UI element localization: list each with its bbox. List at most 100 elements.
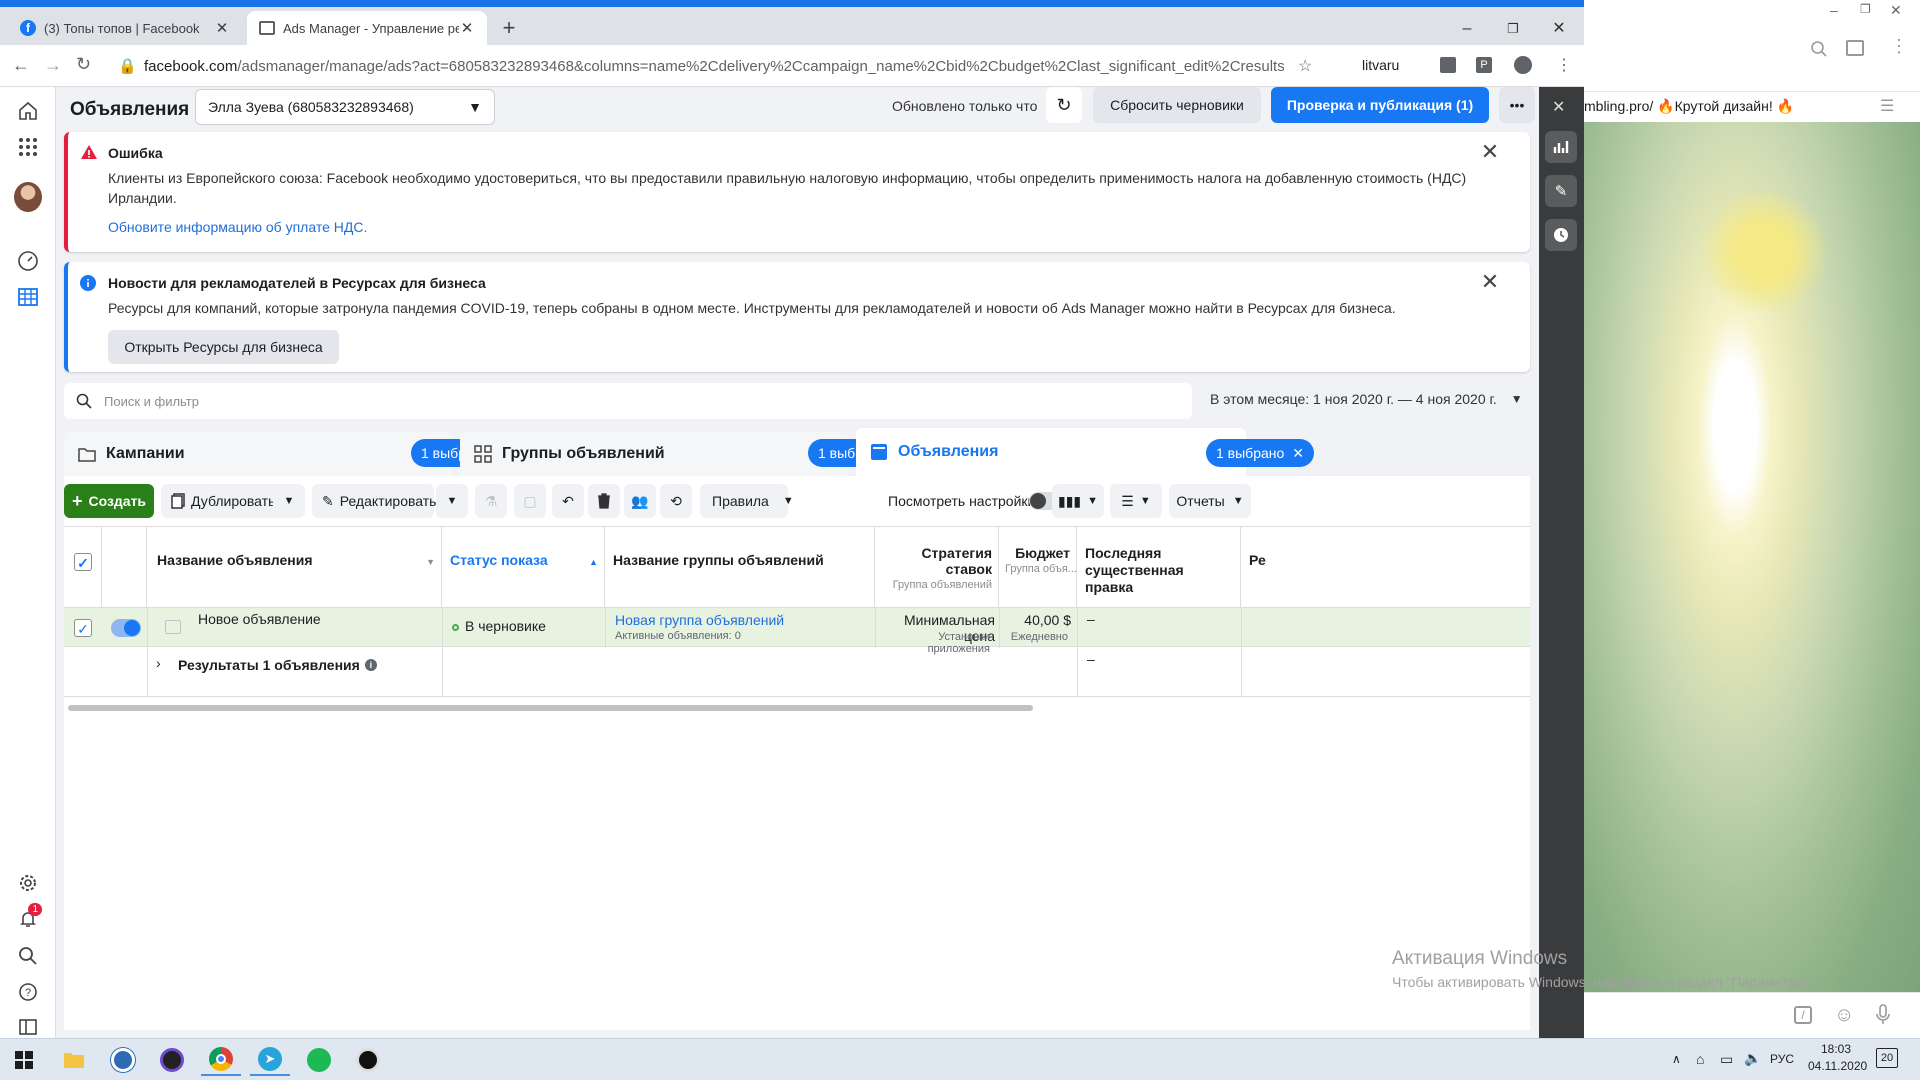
restore-button[interactable]: ❐: [1860, 2, 1871, 16]
tab-adsets[interactable]: Группы объявлений: [460, 432, 848, 476]
audience-button[interactable]: 👥: [624, 484, 656, 518]
profile-name[interactable]: litvaru: [1362, 57, 1399, 73]
horizontal-scrollbar[interactable]: [68, 705, 1033, 711]
column-header-more[interactable]: Ре: [1241, 527, 1530, 607]
extension-p-icon[interactable]: P: [1476, 57, 1492, 73]
menu-dots-icon[interactable]: ⋮: [1556, 55, 1572, 75]
avatar[interactable]: [14, 182, 42, 212]
help-icon[interactable]: ?: [14, 978, 42, 1006]
emoji-icon[interactable]: ☺: [1834, 1004, 1854, 1027]
ads-manager-icon[interactable]: [14, 283, 42, 311]
home-icon[interactable]: [14, 97, 42, 125]
tab-ads-manager[interactable]: Ads Manager - Управление рек ✕: [247, 11, 487, 45]
column-header-name[interactable]: Название объявления ▼: [147, 527, 442, 607]
close-icon[interactable]: ✕: [459, 19, 475, 37]
dashboard-icon[interactable]: [14, 247, 42, 275]
pinned-message-bar[interactable]: mbling.pro/ 🔥Крутой дизайн! 🔥 ☰: [1584, 92, 1920, 122]
chart-icon[interactable]: [1545, 131, 1577, 163]
close-icon[interactable]: ✕: [1292, 445, 1304, 462]
search-bar[interactable]: Поиск и фильтр: [64, 383, 1192, 419]
reload-icon[interactable]: ↻: [76, 54, 91, 75]
tab-campaigns[interactable]: Кампании: [64, 432, 452, 476]
message-composer[interactable]: / ☺: [1584, 992, 1920, 1038]
column-header-budget[interactable]: Бюджет Группа объя...: [999, 527, 1077, 607]
date-range-picker[interactable]: В этом месяце: 1 ноя 2020 г. — 4 ноя 202…: [1210, 391, 1523, 407]
search-icon[interactable]: [1810, 40, 1828, 58]
reset-drafts-button[interactable]: Сбросить черновики: [1093, 87, 1261, 123]
close-icon[interactable]: ✕: [1480, 271, 1500, 293]
panel-toggle-icon[interactable]: [14, 1013, 42, 1041]
app-orb-icon[interactable]: [152, 1044, 192, 1076]
minimize-button[interactable]: –: [1444, 14, 1490, 44]
ad-name[interactable]: Новое объявление: [198, 611, 321, 627]
edit-button[interactable]: ✎ Редактировать: [312, 484, 436, 518]
pencil-icon[interactable]: ✎: [1545, 175, 1577, 207]
column-header-bid[interactable]: Стратегия ставок Группа объявлений: [875, 527, 999, 607]
refresh-button[interactable]: ↻: [1046, 87, 1082, 123]
forward-icon[interactable]: →: [44, 55, 62, 76]
bell-icon[interactable]: 1: [14, 903, 42, 933]
address-bar[interactable]: 🔒 facebook.com/adsmanager/manage/ads?act…: [108, 50, 1378, 82]
breakdown-button[interactable]: ☰ ▼: [1110, 484, 1162, 518]
restore-button[interactable]: ❐: [1490, 14, 1536, 44]
row-toggle[interactable]: [111, 619, 141, 637]
chrome-icon[interactable]: [201, 1044, 241, 1076]
tray-chevron-icon[interactable]: ∧: [1672, 1052, 1681, 1066]
display-icon[interactable]: ▭: [1720, 1051, 1733, 1068]
account-icon[interactable]: [1514, 56, 1532, 74]
undo-button[interactable]: ↶: [552, 484, 584, 518]
app-dark-icon[interactable]: [348, 1044, 388, 1076]
back-icon[interactable]: ←: [12, 55, 30, 76]
close-icon[interactable]: ✕: [214, 19, 230, 37]
row-checkbox[interactable]: ✓: [74, 619, 92, 637]
spotify-icon[interactable]: [299, 1044, 339, 1076]
table-row[interactable]: ✓ Новое объявление В черновике Новая гру…: [64, 607, 1530, 655]
network-icon[interactable]: ⌂: [1696, 1051, 1704, 1067]
selected-pill[interactable]: 1 выбрано ✕: [1206, 439, 1315, 467]
windows-start-icon[interactable]: [4, 1044, 44, 1076]
app-blue-icon[interactable]: [103, 1044, 143, 1076]
command-icon[interactable]: /: [1794, 1006, 1812, 1024]
columns-button[interactable]: ▮▮▮ ▼: [1052, 484, 1104, 518]
notifications-icon[interactable]: 20: [1876, 1048, 1898, 1068]
clock-icon[interactable]: [1545, 219, 1577, 251]
microphone-icon[interactable]: [1876, 1004, 1890, 1026]
ab-test-button[interactable]: ⚗: [475, 484, 507, 518]
select-all-checkbox[interactable]: ✓: [74, 553, 92, 571]
account-selector[interactable]: Элла Зуева (680583232893468) ▼: [195, 89, 495, 125]
file-explorer-icon[interactable]: [54, 1044, 94, 1076]
duplicate-dropdown[interactable]: ▼: [273, 484, 305, 518]
reports-button[interactable]: Отчеты ▼: [1169, 484, 1251, 518]
extension-icon[interactable]: [1440, 57, 1456, 73]
column-header-last-edit[interactable]: Последняя существенная правка: [1077, 527, 1241, 607]
search-icon[interactable]: [14, 942, 42, 970]
close-window-button[interactable]: ✕: [1890, 2, 1902, 19]
pin-list-icon[interactable]: ☰: [1880, 96, 1894, 116]
create-button[interactable]: + Создать: [64, 484, 154, 518]
apps-grid-icon[interactable]: [14, 133, 42, 161]
new-tab-button[interactable]: +: [496, 16, 522, 42]
column-header-status[interactable]: Статус показа ▲: [442, 527, 605, 607]
delete-button[interactable]: [588, 484, 620, 518]
column-header-adset[interactable]: Название группы объявлений: [605, 527, 875, 607]
rules-button[interactable]: Правила ▼: [700, 484, 794, 518]
tab-ads[interactable]: Объявления: [856, 428, 1246, 476]
close-icon[interactable]: ✕: [1552, 97, 1565, 117]
minimize-button[interactable]: –: [1830, 2, 1838, 18]
edit-dropdown[interactable]: ▼: [436, 484, 468, 518]
gear-icon[interactable]: [14, 869, 42, 897]
chevron-right-icon[interactable]: ›: [156, 655, 161, 671]
tab-facebook[interactable]: f (3) Топы топов | Facebook ✕: [8, 11, 242, 45]
close-window-button[interactable]: ✕: [1536, 14, 1582, 44]
telegram-icon[interactable]: ➤: [250, 1044, 290, 1076]
menu-dots-icon[interactable]: ⋮: [1890, 36, 1908, 57]
vat-link[interactable]: Обновите информацию об уплате НДС.: [108, 217, 367, 237]
star-icon[interactable]: ☆: [1298, 56, 1312, 76]
info-icon[interactable]: i: [364, 659, 377, 671]
close-icon[interactable]: ✕: [1480, 141, 1500, 163]
language-indicator[interactable]: РУС: [1770, 1052, 1794, 1066]
delete-disabled-button[interactable]: ▢: [514, 484, 546, 518]
publish-button[interactable]: Проверка и публикация (1): [1271, 87, 1489, 123]
clock[interactable]: 18:03 04.11.2020: [1808, 1042, 1867, 1073]
sidebar-icon[interactable]: [1846, 40, 1864, 56]
